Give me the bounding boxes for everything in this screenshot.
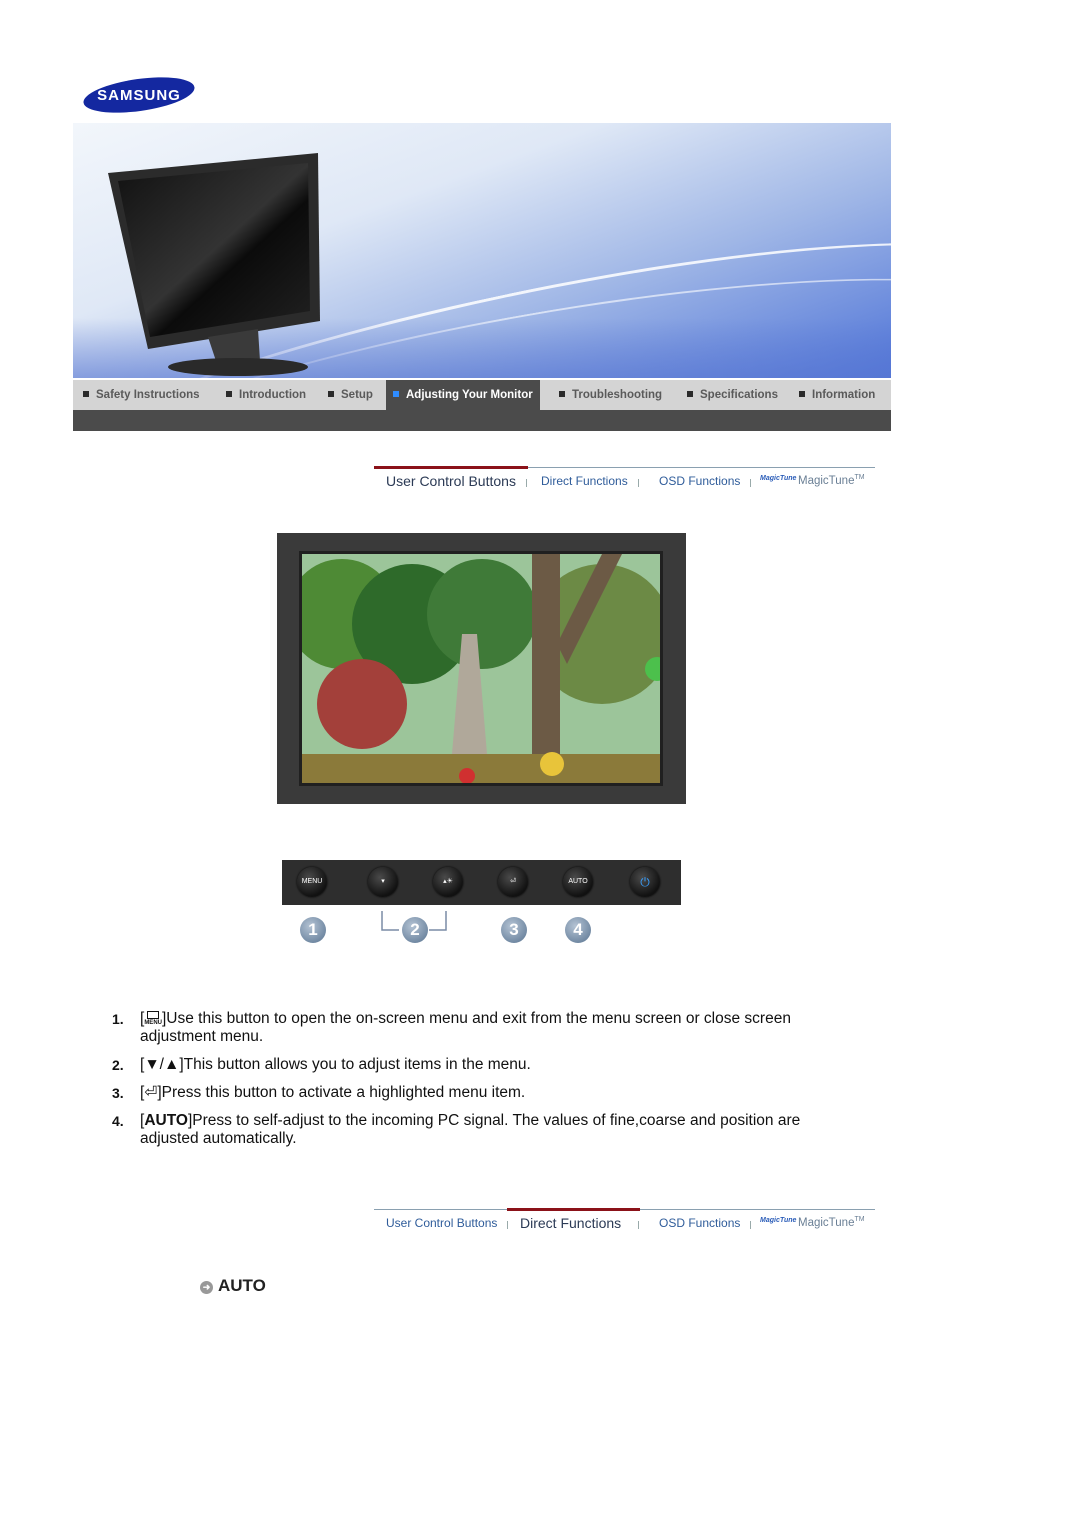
list-item: 2. [▼/▲]This button allows you to adjust … bbox=[112, 1056, 531, 1073]
auto-icon: AUTO bbox=[568, 878, 588, 885]
bullet-square-icon bbox=[226, 391, 232, 397]
subtab-direct-functions[interactable]: Direct Functions bbox=[520, 1215, 621, 1231]
tab-separator bbox=[526, 479, 527, 487]
photo-scene bbox=[302, 554, 660, 783]
garden-pagoda-photo bbox=[302, 554, 660, 783]
arrows-icon: ▼/▲ bbox=[144, 1056, 180, 1073]
list-item: 1.[MENU]Use this button to open the on-s… bbox=[112, 1010, 791, 1045]
subtab-user-control-buttons[interactable]: User Control Buttons bbox=[386, 473, 516, 489]
nav-item-introduction[interactable]: Introduction bbox=[226, 380, 306, 410]
nav-item-specifications[interactable]: Specifications bbox=[687, 380, 778, 410]
bullet-square-icon bbox=[559, 391, 565, 397]
section-heading-auto: ➜ AUTO bbox=[200, 1276, 266, 1296]
tab-separator bbox=[750, 1221, 751, 1229]
samsung-logo[interactable]: SAMSUNG bbox=[82, 76, 197, 114]
brightness-down-button[interactable]: ▾ bbox=[368, 867, 398, 897]
nav-item-safety-instructions[interactable]: Safety Instructions bbox=[83, 380, 200, 410]
nav-item-setup[interactable]: Setup bbox=[328, 380, 373, 410]
bullet-square-icon bbox=[687, 391, 693, 397]
number-badge-3-icon: 3 bbox=[501, 917, 527, 943]
enter-icon: ⏎ bbox=[144, 1084, 158, 1101]
subtab-user-control-buttons[interactable]: User Control Buttons bbox=[386, 1216, 497, 1230]
bullet-square-icon bbox=[328, 391, 334, 397]
number-badge-1-icon: 1 bbox=[300, 917, 326, 943]
subtab-direct-functions[interactable]: Direct Functions bbox=[541, 474, 628, 488]
subtabs-top: User Control Buttons Direct Functions OS… bbox=[374, 466, 875, 498]
bullet-square-icon bbox=[393, 391, 399, 397]
number-badge-4-icon: 4 bbox=[565, 917, 591, 943]
brightness-down-icon: ▾ bbox=[381, 878, 385, 885]
power-icon: ⏻ bbox=[640, 875, 650, 889]
monitor-screen-image bbox=[277, 533, 686, 804]
instructions-list: 1.[MENU]Use this button to open the on-s… bbox=[112, 1010, 852, 1158]
monitor-control-panel: MENU ▾ ▴☀ ⏎ AUTO ⏻ bbox=[282, 860, 681, 905]
subtab-osd-functions[interactable]: OSD Functions bbox=[659, 1216, 740, 1230]
magictune-logo-icon: MagicTune bbox=[760, 1217, 797, 1224]
main-nav: Safety Instructions Introduction Setup A… bbox=[73, 380, 891, 410]
brightness-up-icon: ▴☀ bbox=[443, 878, 453, 885]
logo-text: SAMSUNG bbox=[97, 87, 181, 104]
list-item: 4. [AUTO]Press to self-adjust to the inco… bbox=[112, 1112, 801, 1147]
menu-button[interactable]: MENU bbox=[297, 867, 327, 897]
enter-icon: ⏎ bbox=[510, 878, 516, 885]
number-badge-2-icon: 2 bbox=[402, 917, 428, 943]
active-tab-indicator bbox=[374, 466, 528, 469]
active-tab-indicator bbox=[507, 1208, 640, 1211]
tab-separator bbox=[638, 479, 639, 487]
magictune-logo-icon: MagicTune bbox=[760, 475, 797, 482]
enter-button[interactable]: ⏎ bbox=[498, 867, 528, 897]
bullet-square-icon bbox=[83, 391, 89, 397]
arrow-circle-icon: ➜ bbox=[200, 1281, 213, 1294]
menu-icon: MENU bbox=[144, 1011, 162, 1026]
subtab-magictune[interactable]: MagicTuneTM bbox=[798, 474, 865, 487]
nav-item-troubleshooting[interactable]: Troubleshooting bbox=[559, 380, 662, 410]
subtab-magictune[interactable]: MagicTuneTM bbox=[798, 1216, 865, 1229]
nav-item-adjusting-your-monitor[interactable]: Adjusting Your Monitor bbox=[386, 380, 540, 410]
tab-separator bbox=[638, 1221, 639, 1229]
nav-bottom-strip bbox=[73, 410, 891, 431]
monitor-illustration-icon bbox=[108, 153, 320, 376]
nav-item-information[interactable]: Information bbox=[799, 380, 875, 410]
auto-button[interactable]: AUTO bbox=[563, 867, 593, 897]
header-banner bbox=[73, 123, 891, 378]
bullet-square-icon bbox=[799, 391, 805, 397]
tab-separator bbox=[507, 1221, 508, 1229]
list-item: 3. [⏎]Press this button to activate a hig… bbox=[112, 1084, 526, 1101]
subtab-osd-functions[interactable]: OSD Functions bbox=[659, 474, 740, 488]
tab-separator bbox=[750, 479, 751, 487]
auto-key-label: AUTO bbox=[144, 1112, 188, 1129]
brightness-up-button[interactable]: ▴☀ bbox=[433, 867, 463, 897]
menu-icon: MENU bbox=[301, 878, 323, 885]
power-button[interactable]: ⏻ bbox=[630, 867, 660, 897]
subtabs-bottom: User Control Buttons Direct Functions OS… bbox=[374, 1208, 875, 1240]
